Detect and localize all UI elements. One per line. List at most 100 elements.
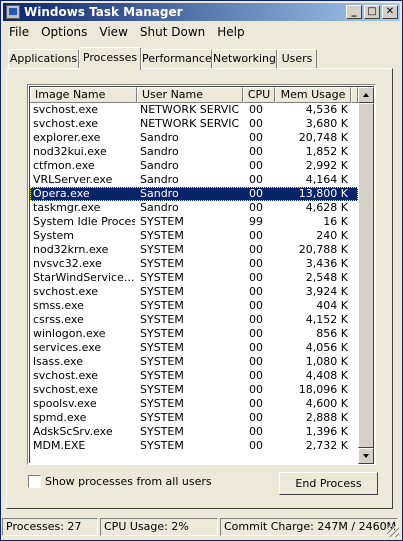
process-row[interactable]: taskmgr.exe Sandro 00 4,628 K: [30, 201, 358, 215]
process-cpu: 00: [249, 397, 263, 410]
process-mem-usage: 20,788 K: [298, 243, 348, 256]
process-user-name: SYSTEM: [140, 355, 184, 368]
process-user-name: Sandro: [140, 145, 179, 158]
process-mem-usage: 1,852 K: [305, 145, 348, 158]
process-mem-usage: 20,748 K: [298, 131, 348, 144]
process-row[interactable]: csrss.exe SYSTEM 00 4,152 K: [30, 313, 358, 327]
process-user-name: SYSTEM: [140, 257, 184, 270]
process-image-name: nod32krn.exe: [33, 243, 109, 256]
process-mem-usage: 3,436 K: [305, 257, 348, 270]
process-image-name: csrss.exe: [33, 313, 84, 326]
process-row[interactable]: svchost.exe NETWORK SERVICE 00 4,536 K: [30, 103, 358, 117]
process-row[interactable]: lsass.exe SYSTEM 00 1,080 K: [30, 355, 358, 369]
process-user-name: SYSTEM: [140, 215, 184, 228]
process-mem-usage: 13,800 K: [298, 187, 348, 200]
process-image-name: svchost.exe: [33, 383, 99, 396]
arrow-down-icon: [363, 454, 369, 458]
process-image-name: VRLServer.exe: [33, 173, 113, 186]
process-cpu: 00: [249, 439, 263, 452]
process-row[interactable]: smss.exe SYSTEM 00 404 K: [30, 299, 358, 313]
process-mem-usage: 4,536 K: [305, 103, 348, 116]
process-image-name: svchost.exe: [33, 103, 99, 116]
vertical-scrollbar[interactable]: [358, 87, 374, 464]
process-mem-usage: 2,888 K: [305, 411, 348, 424]
scroll-down-button[interactable]: [358, 448, 374, 464]
tab-applications[interactable]: Applications: [8, 49, 79, 68]
process-row[interactable]: MDM.EXE SYSTEM 00 2,732 K: [30, 439, 358, 453]
show-all-users-checkbox[interactable]: [28, 475, 41, 488]
show-all-users-label[interactable]: Show processes from all users: [45, 474, 212, 489]
process-row[interactable]: ctfmon.exe Sandro 00 2,992 K: [30, 159, 358, 173]
process-row[interactable]: svchost.exe SYSTEM 00 4,408 K: [30, 369, 358, 383]
process-image-name: svchost.exe: [33, 369, 99, 382]
process-image-name: nvsvc32.exe: [33, 257, 102, 270]
column-header-cpu[interactable]: CPU: [243, 87, 275, 103]
process-row[interactable]: StarWindService.... SYSTEM 00 2,548 K: [30, 271, 358, 285]
process-image-name: services.exe: [33, 341, 102, 354]
process-mem-usage: 16 K: [323, 215, 348, 228]
process-user-name: Sandro: [140, 201, 179, 214]
process-list-frame: Image Name User Name CPU Mem Usage svcho…: [29, 86, 374, 464]
process-cpu: 00: [249, 131, 263, 144]
menu-file[interactable]: File: [3, 23, 35, 41]
arrow-up-icon: [363, 93, 369, 97]
menu-view[interactable]: View: [93, 23, 133, 41]
process-image-name: System: [33, 229, 75, 242]
process-user-name: NETWORK SERVICE: [140, 117, 240, 130]
process-user-name: SYSTEM: [140, 285, 184, 298]
tab-networking[interactable]: Networking: [212, 49, 277, 68]
tab-processes[interactable]: Processes: [79, 47, 141, 70]
process-row[interactable]: spmd.exe SYSTEM 00 2,888 K: [30, 411, 358, 425]
close-button[interactable]: ✕: [382, 5, 398, 19]
process-row[interactable]: nod32krn.exe SYSTEM 00 20,788 K: [30, 243, 358, 257]
process-row[interactable]: nod32kui.exe Sandro 00 1,852 K: [30, 145, 358, 159]
process-row[interactable]: nvsvc32.exe SYSTEM 00 3,436 K: [30, 257, 358, 271]
process-list-header: Image Name User Name CPU Mem Usage: [30, 87, 358, 104]
process-row[interactable]: svchost.exe NETWORK SERVICE 00 3,680 K: [30, 117, 358, 131]
scroll-thumb[interactable]: [358, 103, 374, 448]
title-bar[interactable]: Windows Task Manager _ □ ✕: [3, 3, 400, 21]
scroll-up-button[interactable]: [358, 87, 374, 103]
process-cpu: 00: [249, 257, 263, 270]
process-cpu: 00: [249, 145, 263, 158]
column-header-mem-usage[interactable]: Mem Usage: [275, 87, 351, 103]
process-mem-usage: 4,056 K: [305, 341, 348, 354]
minimize-button[interactable]: _: [346, 5, 362, 19]
status-bar: Processes: 27 CPU Usage: 2% Commit Charg…: [2, 518, 399, 537]
process-row[interactable]: Opera.exe Sandro 00 13,800 K: [30, 187, 358, 201]
resize-grip[interactable]: [387, 525, 399, 537]
task-manager-app-icon[interactable]: [6, 5, 20, 19]
process-mem-usage: 1,396 K: [305, 425, 348, 438]
process-row[interactable]: svchost.exe SYSTEM 00 3,924 K: [30, 285, 358, 299]
process-row[interactable]: AdskScSrv.exe SYSTEM 00 1,396 K: [30, 425, 358, 439]
process-row[interactable]: services.exe SYSTEM 00 4,056 K: [30, 341, 358, 355]
column-header-user-name[interactable]: User Name: [137, 87, 243, 103]
process-row[interactable]: System Idle Process SYSTEM 99 16 K: [30, 215, 358, 229]
process-cpu: 00: [249, 425, 263, 438]
menu-shut-down[interactable]: Shut Down: [134, 23, 211, 41]
process-list[interactable]: Image Name User Name CPU Mem Usage svcho…: [27, 84, 376, 465]
process-mem-usage: 1,080 K: [305, 355, 348, 368]
process-row[interactable]: svchost.exe SYSTEM 00 18,096 K: [30, 383, 358, 397]
end-process-button[interactable]: End Process: [279, 472, 378, 495]
column-header-image-name[interactable]: Image Name: [30, 87, 137, 103]
process-row[interactable]: explorer.exe Sandro 00 20,748 K: [30, 131, 358, 145]
process-row[interactable]: VRLServer.exe Sandro 00 4,164 K: [30, 173, 358, 187]
menu-help[interactable]: Help: [211, 23, 250, 41]
column-header-filler: [351, 87, 358, 103]
process-cpu: 00: [249, 271, 263, 284]
process-user-name: SYSTEM: [140, 271, 184, 284]
process-cpu: 00: [249, 411, 263, 424]
process-mem-usage: 856 K: [316, 327, 348, 340]
status-processes: Processes: 27: [2, 518, 98, 536]
maximize-button[interactable]: □: [364, 5, 380, 19]
process-image-name: winlogon.exe: [33, 327, 106, 340]
process-row[interactable]: winlogon.exe SYSTEM 00 856 K: [30, 327, 358, 341]
process-row[interactable]: spoolsv.exe SYSTEM 00 4,600 K: [30, 397, 358, 411]
tab-users[interactable]: Users: [277, 49, 317, 68]
tab-strip: Applications Processes Performance Netwo…: [8, 47, 398, 70]
process-row[interactable]: System SYSTEM 00 240 K: [30, 229, 358, 243]
tab-performance[interactable]: Performance: [141, 49, 212, 68]
menu-options[interactable]: Options: [35, 23, 93, 41]
process-image-name: MDM.EXE: [33, 439, 86, 452]
